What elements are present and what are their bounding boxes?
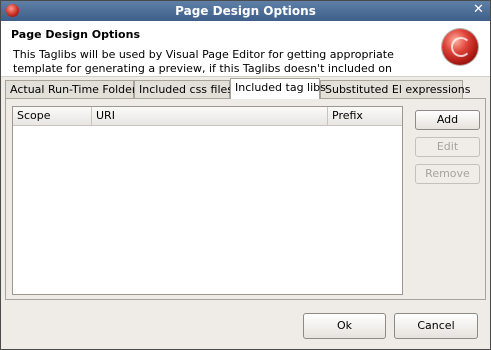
- column-header-uri[interactable]: URI: [92, 107, 328, 125]
- cancel-button[interactable]: Cancel: [394, 313, 478, 339]
- page-design-options-dialog: Page Design Options ✕ Page Design Option…: [0, 0, 491, 350]
- title-bar[interactable]: Page Design Options ✕: [1, 1, 490, 21]
- edit-button[interactable]: Edit: [415, 137, 480, 157]
- tab-substituted-el-expressions[interactable]: Substituted El expressions: [320, 80, 470, 98]
- tab-panel: Scope URI Prefix Add Edit Remove: [5, 98, 486, 300]
- tab-actual-run-time-folders[interactable]: Actual Run-Time Folders: [5, 80, 142, 98]
- column-header-scope[interactable]: Scope: [13, 107, 92, 125]
- column-header-prefix[interactable]: Prefix: [328, 107, 402, 125]
- tab-included-tag-libs[interactable]: Included tag libs: [230, 78, 326, 99]
- dialog-logo-icon: [442, 29, 478, 65]
- window-title: Page Design Options: [175, 4, 316, 18]
- table-header: Scope URI Prefix: [13, 107, 402, 126]
- dialog-banner: Page Design Options This Taglibs will be…: [1, 21, 490, 89]
- taglibs-table[interactable]: Scope URI Prefix: [12, 106, 403, 295]
- remove-button[interactable]: Remove: [415, 164, 480, 184]
- tab-included-css-files[interactable]: Included css files: [134, 80, 233, 98]
- add-button[interactable]: Add: [415, 110, 480, 130]
- ok-button[interactable]: Ok: [303, 313, 386, 339]
- banner-heading: Page Design Options: [11, 28, 140, 41]
- close-icon[interactable]: ✕: [472, 3, 485, 17]
